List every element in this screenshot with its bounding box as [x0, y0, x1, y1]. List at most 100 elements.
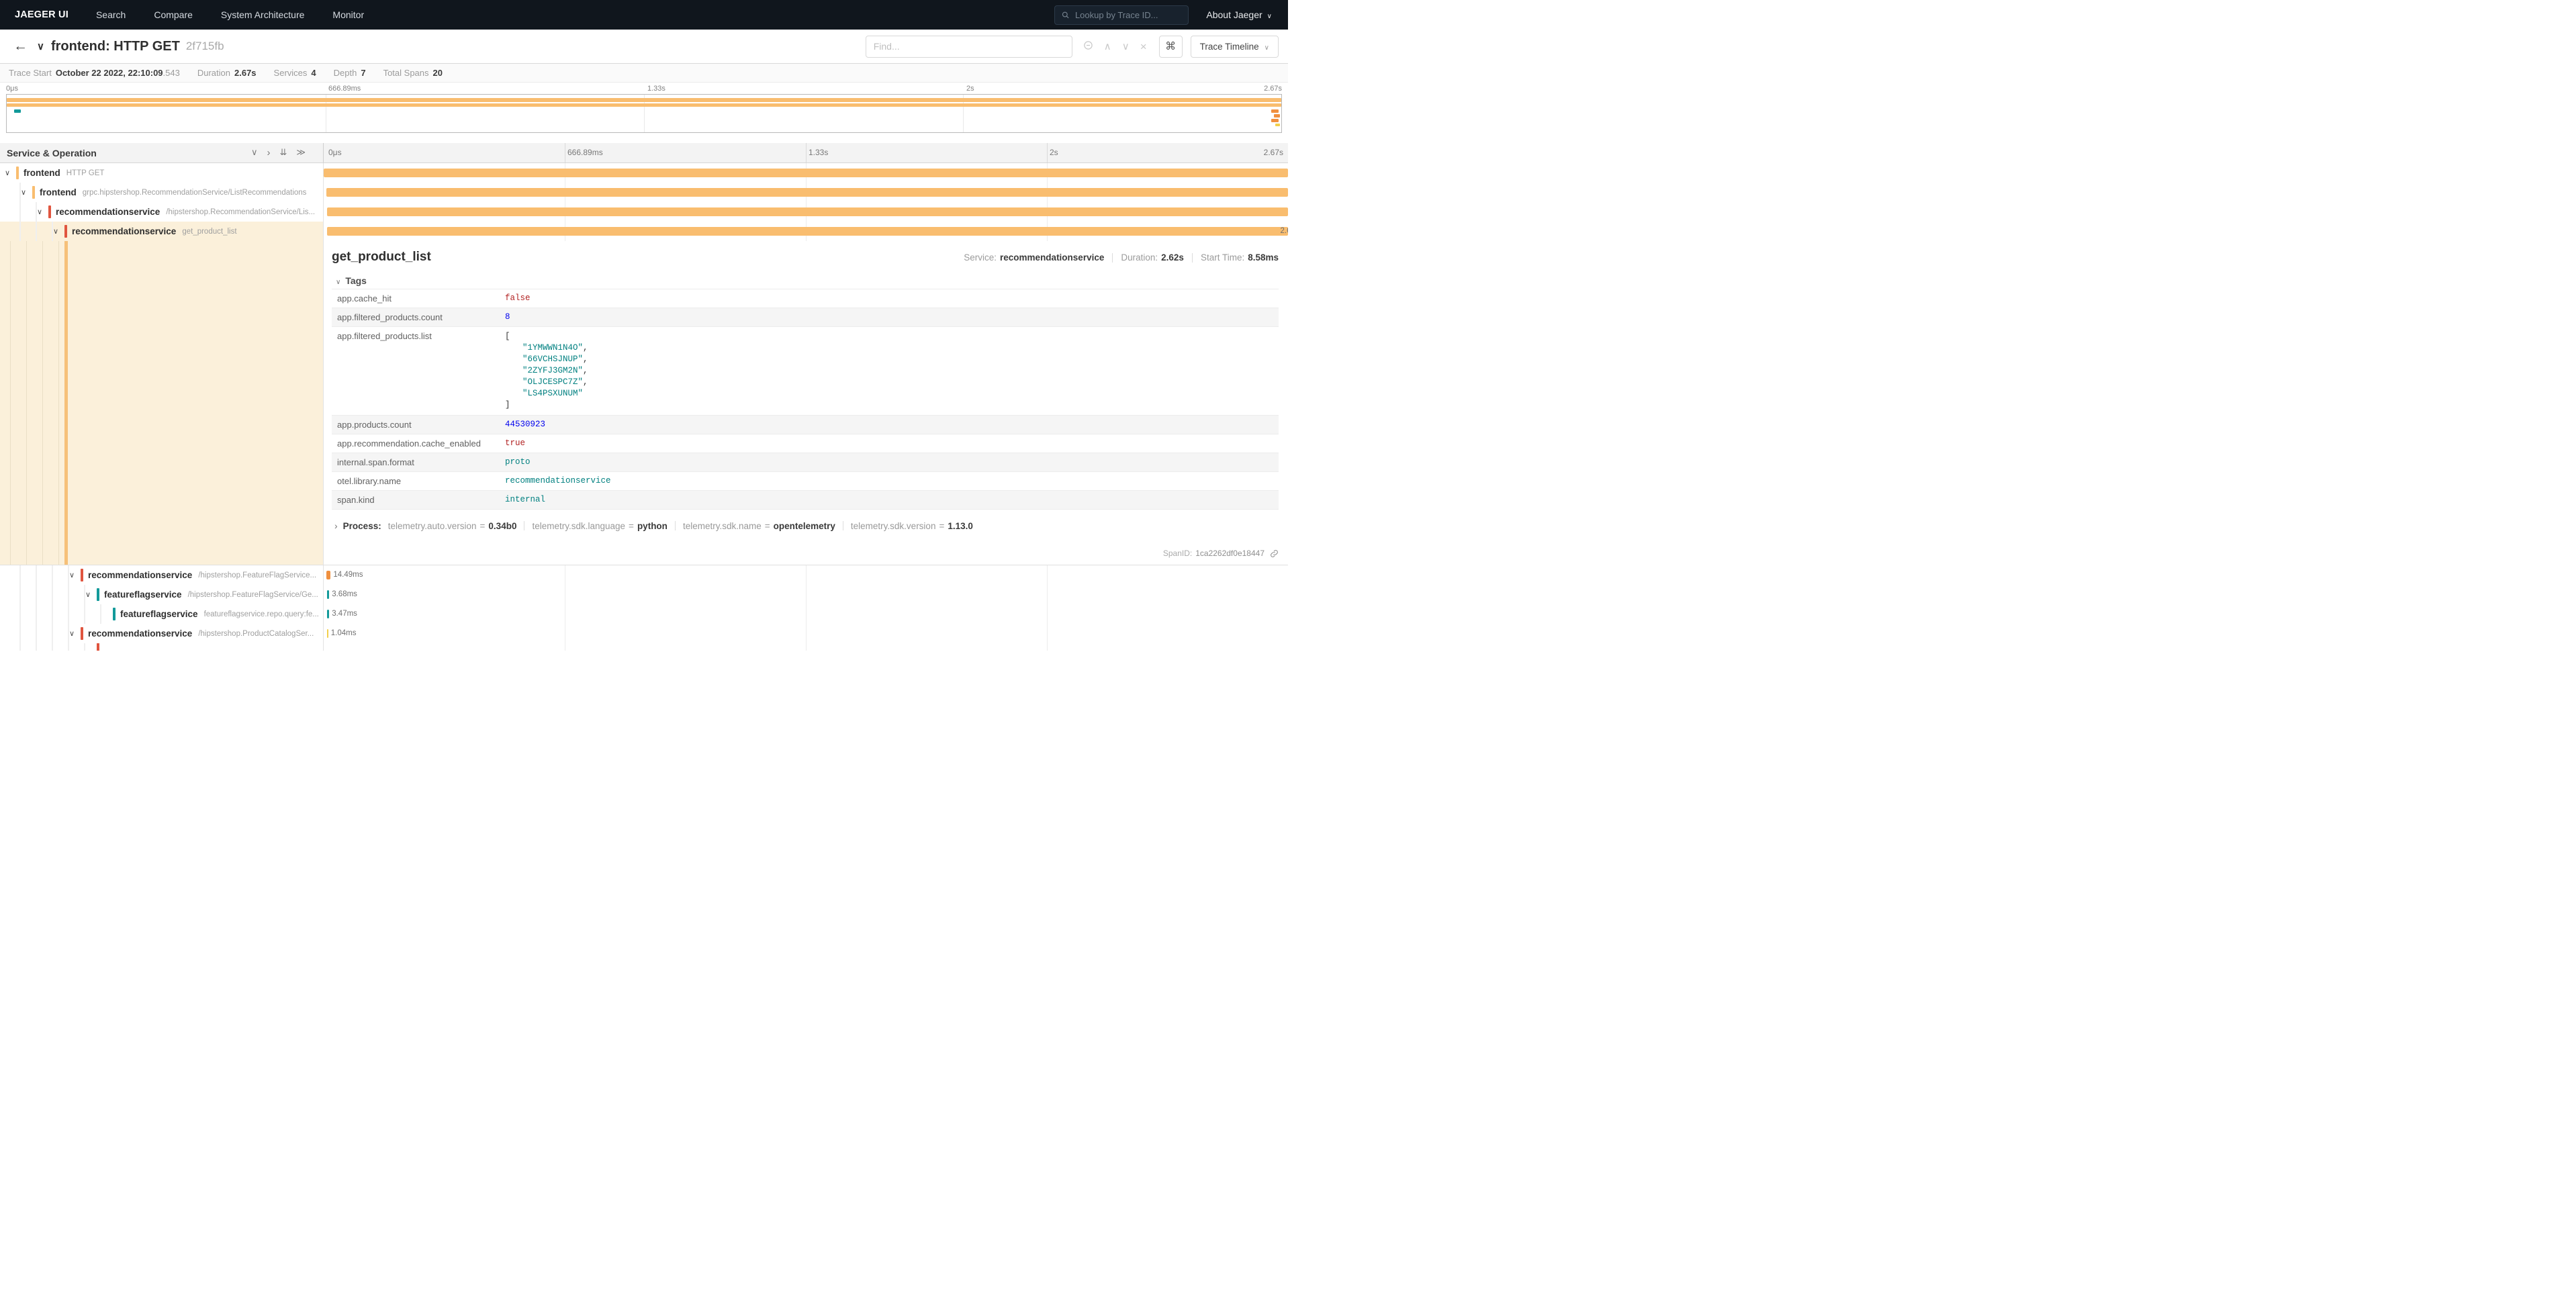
span-bar[interactable] [327, 629, 328, 638]
chevron-down-icon[interactable] [21, 188, 32, 197]
selected-span-guide [64, 241, 68, 565]
span-row[interactable]: frontend HTTP GET [0, 163, 1288, 183]
trace-start-label: Trace Start [9, 68, 52, 78]
span-id-value: 1ca2262df0e18447 [1195, 549, 1264, 558]
duration-label: Duration: [1121, 252, 1158, 263]
minimap-span-mark [1271, 119, 1279, 122]
collapse-all-icon[interactable] [296, 148, 306, 158]
back-arrow-button[interactable] [13, 38, 28, 54]
keyboard-shortcuts-button[interactable] [1159, 36, 1183, 58]
product-id: LS4PSXUNUM [522, 389, 583, 398]
span-row[interactable]: featureflagservice /hipstershop.FeatureF… [0, 585, 1288, 604]
tag-value: 44530923 [500, 416, 551, 434]
trace-page-header: frontend: HTTP GET 2f715fb Trace Timelin… [0, 30, 1288, 64]
span-row[interactable]: recommendationservice /hipstershop.Produ… [0, 624, 1288, 643]
span-row-partial[interactable] [0, 643, 1288, 651]
trace-id-lookup-input[interactable] [1075, 10, 1181, 20]
find-next-icon[interactable] [1122, 42, 1130, 52]
nav-item-search[interactable]: Search [82, 9, 140, 20]
minimap-span-mark [1274, 114, 1280, 118]
ruler-tick: 2.67s [1264, 148, 1283, 157]
tags-section-toggle[interactable]: Tags [336, 275, 1279, 286]
service-color-strip [97, 588, 99, 601]
service-name: frontend [40, 187, 77, 197]
copy-link-icon[interactable] [1270, 549, 1279, 558]
span-bar[interactable] [327, 227, 1288, 236]
service-name: recommendationservice [56, 207, 160, 217]
expand-one-icon[interactable] [251, 148, 258, 158]
ruler-tick: 666.89ms [567, 148, 603, 157]
operation-name: /hipstershop.FeatureFlagService... [198, 571, 316, 579]
find-clear-icon[interactable] [1140, 41, 1147, 52]
depth-value: 7 [361, 68, 365, 78]
zoom-out-icon[interactable] [1083, 40, 1093, 52]
service-name: featureflagservice [120, 609, 198, 619]
start-time-value: 8.58ms [1248, 252, 1279, 263]
tag-value-list: 1YMWWN1N4O 66VCHSJNUP 2ZYFJ3GM2N OLJCESP… [500, 327, 594, 415]
chevron-down-icon [1264, 42, 1269, 52]
tag-value: internal [500, 491, 551, 509]
operation-name: featureflagservice.repo.query:fe... [204, 610, 319, 618]
chevron-down-icon [336, 275, 340, 286]
span-bar[interactable] [324, 169, 1288, 177]
chevron-down-icon[interactable] [5, 169, 16, 177]
process-section-toggle[interactable]: Process: telemetry.auto.version0.34b0 te… [332, 520, 1279, 531]
trace-view-selector-label: Trace Timeline [1200, 42, 1259, 52]
chevron-down-icon[interactable] [69, 629, 81, 638]
tag-row: internal.span.format proto [332, 453, 1279, 472]
service-color-strip [97, 643, 99, 651]
span-rows: frontend HTTP GET frontend grpc.hipsters… [0, 163, 1288, 651]
chevron-down-icon[interactable] [53, 227, 64, 236]
chevron-down-icon[interactable] [37, 207, 48, 216]
find-input[interactable] [866, 36, 1072, 58]
minimap-tick: 0μs [6, 85, 18, 93]
trace-view-selector[interactable]: Trace Timeline [1191, 36, 1279, 58]
nav-item-compare[interactable]: Compare [140, 9, 207, 20]
ruler-tick: 1.33s [809, 148, 828, 157]
service-color-strip [113, 608, 116, 620]
span-duration-label: 3.47ms [332, 610, 357, 618]
span-bar[interactable] [327, 207, 1288, 216]
minimap-canvas[interactable] [6, 94, 1282, 133]
chevron-down-icon[interactable] [69, 571, 81, 579]
tag-key: app.cache_hit [332, 289, 500, 308]
services-label: Services [274, 68, 308, 78]
navbar-brand[interactable]: JAEGER UI [0, 9, 82, 20]
span-row[interactable]: recommendationservice /hipstershop.Featu… [0, 565, 1288, 585]
tag-key: span.kind [332, 491, 500, 509]
process-item: telemetry.sdk.nameopentelemetry [683, 521, 835, 531]
nav-item-system-architecture[interactable]: System Architecture [207, 9, 319, 20]
trace-summary-bar: Trace Start October 22 2022, 22:10:09.54… [0, 64, 1288, 83]
span-bar[interactable] [327, 610, 328, 618]
span-tree-offset [0, 241, 324, 565]
about-jaeger-menu[interactable]: About Jaeger [1199, 9, 1288, 20]
tag-value: 8 [500, 308, 516, 326]
trace-id-lookup[interactable] [1054, 5, 1189, 25]
span-row[interactable]: frontend grpc.hipstershop.Recommendation… [0, 183, 1288, 202]
nav-item-monitor[interactable]: Monitor [318, 9, 378, 20]
tag-row: app.products.count 44530923 [332, 416, 1279, 434]
trace-minimap: 0μs 666.89ms 1.33s 2s 2.67s [0, 83, 1288, 133]
span-row-selected[interactable]: recommendationservice get_product_list 2… [0, 222, 1288, 241]
collapse-header-chevron-icon[interactable] [37, 40, 44, 52]
span-bar[interactable] [326, 571, 330, 579]
service-operation-header: Service & Operation [7, 148, 97, 158]
duration-value: 2.67s [234, 68, 257, 78]
tag-key: app.recommendation.cache_enabled [332, 434, 500, 453]
trace-id-short: 2f715fb [186, 40, 224, 53]
span-detail-title: get_product_list [332, 250, 431, 265]
chevron-down-icon[interactable] [85, 590, 97, 599]
expand-all-icon[interactable] [279, 148, 287, 158]
span-bar[interactable] [326, 188, 1288, 197]
service-color-strip [16, 167, 19, 179]
operation-name: /hipstershop.ProductCatalogSer... [198, 630, 314, 638]
span-duration-label: 1.04ms [331, 629, 357, 637]
total-spans-label: Total Spans [383, 68, 429, 78]
span-row[interactable]: featureflagservice featureflagservice.re… [0, 604, 1288, 624]
span-bar[interactable] [327, 590, 329, 599]
minimap-span-mark [1275, 124, 1281, 126]
tag-row: otel.library.name recommendationservice [332, 472, 1279, 491]
find-prev-icon[interactable] [1104, 42, 1111, 52]
collapse-one-icon[interactable] [267, 148, 270, 158]
span-row[interactable]: recommendationservice /hipstershop.Recom… [0, 202, 1288, 222]
